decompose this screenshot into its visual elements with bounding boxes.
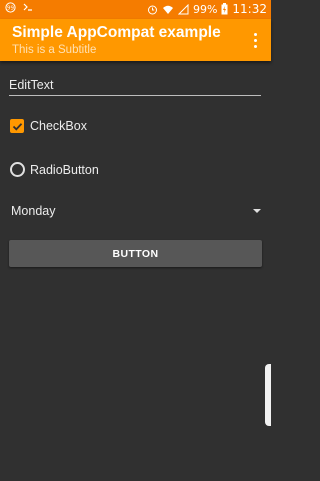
battery-percent: 99% <box>192 2 218 16</box>
notification-app-icon <box>22 2 34 13</box>
status-bar-right: 99% 11:32 <box>147 2 267 16</box>
toolbar-subtitle: This is a Subtitle <box>12 44 97 56</box>
radio-button-label: RadioButton <box>30 162 99 177</box>
checkbox[interactable]: CheckBox <box>10 119 87 133</box>
wifi-icon <box>162 4 174 15</box>
toolbar-title: Simple AppCompat example <box>12 24 221 41</box>
status-bar-left: 99 <box>5 2 34 13</box>
overflow-menu-icon[interactable] <box>245 29 265 51</box>
edit-text-field[interactable]: EditText <box>9 74 261 96</box>
status-bar: 99 99% 11:32 <box>0 0 271 19</box>
app-screen: 99 99% 11:32 Simple AppCompat example Th… <box>0 0 271 481</box>
svg-text:99: 99 <box>7 6 14 12</box>
notification-99-icon: 99 <box>5 2 16 13</box>
day-spinner[interactable]: Monday <box>11 204 265 220</box>
spinner-selected-value: Monday <box>11 204 56 218</box>
app-toolbar: Simple AppCompat example This is a Subti… <box>0 19 271 61</box>
battery-charging-icon <box>221 3 228 15</box>
dropdown-arrow-icon <box>253 209 261 213</box>
edge-panel-handle[interactable] <box>265 364 271 426</box>
checkbox-checked-icon <box>10 119 24 133</box>
cell-signal-icon <box>177 3 189 15</box>
radio-unchecked-icon <box>10 162 25 177</box>
checkbox-label: CheckBox <box>30 119 87 133</box>
status-time: 11:32 <box>232 2 267 16</box>
main-button[interactable]: BUTTON <box>9 240 262 267</box>
alarm-icon <box>147 4 158 15</box>
radio-button[interactable]: RadioButton <box>10 162 99 177</box>
